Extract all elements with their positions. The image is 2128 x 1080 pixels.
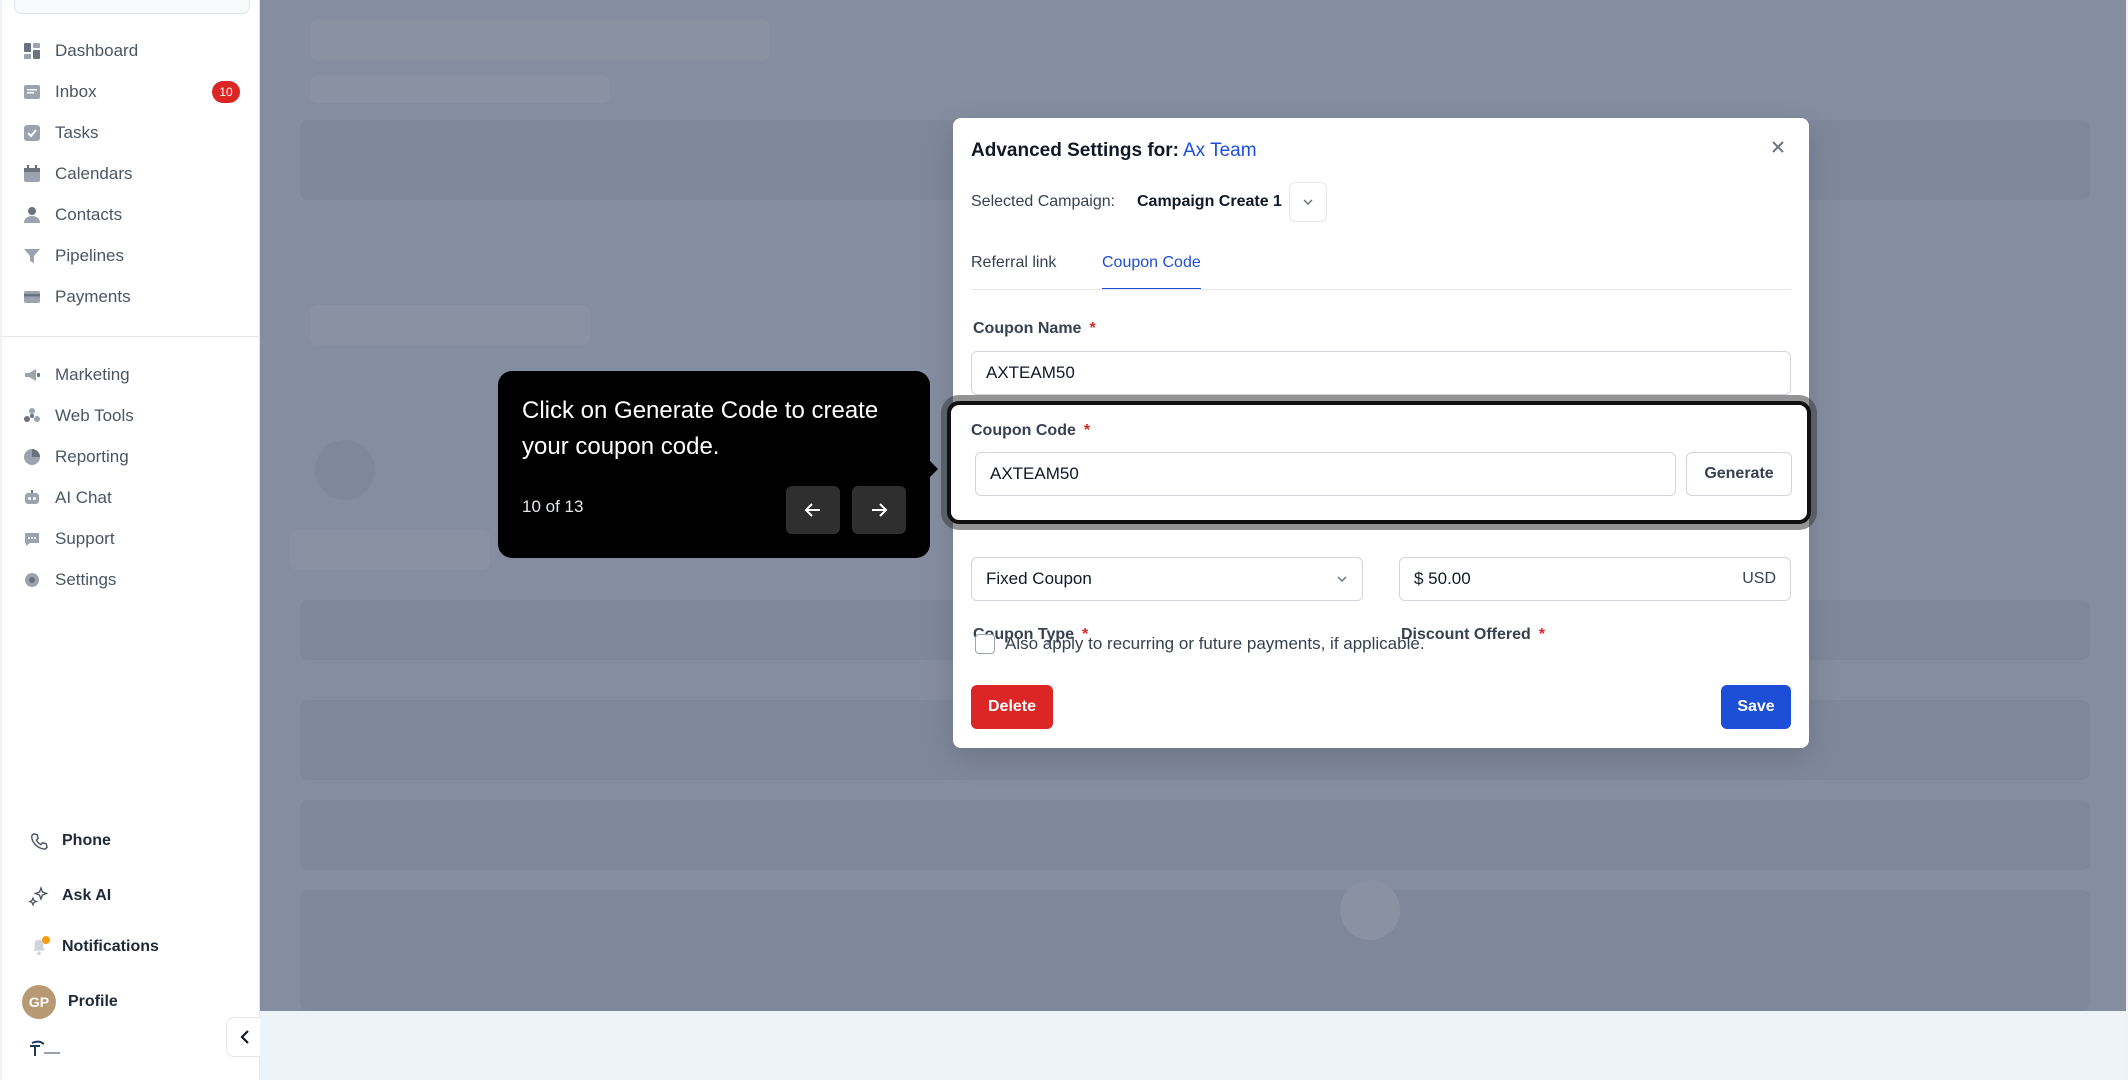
- settings-icon: [22, 570, 42, 590]
- brand-logo: [30, 1040, 60, 1056]
- discount-offered-input[interactable]: $ 50.00 USD: [1399, 557, 1791, 601]
- currency-label: USD: [1742, 570, 1776, 587]
- coupon-code-input[interactable]: AXTEAM50: [975, 452, 1676, 496]
- notifications-button[interactable]: Notifications: [28, 933, 159, 961]
- tooltip-prev-button[interactable]: [786, 486, 840, 534]
- sidebar-item-ai-chat[interactable]: AI Chat: [22, 484, 250, 512]
- inbox-icon: [22, 82, 42, 102]
- marketing-icon: [22, 365, 42, 385]
- tooltip-next-button[interactable]: [852, 486, 906, 534]
- sidebar-item-label: Web Tools: [55, 406, 134, 425]
- contacts-icon: [22, 205, 42, 225]
- delete-button[interactable]: Delete: [971, 685, 1053, 729]
- tooltip-text: Click on Generate Code to create your co…: [522, 397, 879, 460]
- sidebar-item-label: Reporting: [55, 447, 129, 466]
- notifications-label: Notifications: [62, 938, 159, 955]
- sidebar-item-label: Pipelines: [55, 246, 124, 265]
- sidebar-item-pipelines[interactable]: Pipelines: [22, 242, 250, 270]
- walkthrough-tooltip: Click on Generate Code to create your co…: [498, 371, 938, 558]
- save-button[interactable]: Save: [1721, 685, 1791, 729]
- tab-referral-link[interactable]: Referral link: [971, 254, 1056, 290]
- campaign-dropdown-button[interactable]: [1289, 182, 1327, 222]
- coupon-type-select[interactable]: Fixed Coupon: [971, 557, 1363, 601]
- discount-value: $ 50.00: [1414, 569, 1471, 588]
- sidebar-item-label: Dashboard: [55, 41, 139, 60]
- close-icon: [1772, 141, 1784, 153]
- sidebar-item-label: Calendars: [55, 164, 133, 183]
- modal-title-affiliate: Ax Team: [1183, 140, 1257, 161]
- payments-icon: [22, 287, 42, 307]
- sidebar-item-support[interactable]: Support: [22, 525, 250, 553]
- web-tools-icon: [22, 406, 42, 426]
- ask-ai-label: Ask AI: [62, 887, 112, 904]
- sidebar-item-label: Settings: [55, 570, 117, 589]
- avatar: GP: [22, 985, 56, 1019]
- inbox-count-badge: 10: [212, 81, 240, 103]
- coupon-code-label: Coupon Code *: [971, 422, 1091, 439]
- sidebar-item-label: Tasks: [55, 123, 99, 142]
- sparkle-icon: [28, 885, 50, 907]
- chevron-left-icon: [240, 1030, 249, 1044]
- sidebar: Dashboard Inbox 10 Tasks Calendars Conta…: [2, 0, 260, 1080]
- phone-icon: [28, 830, 50, 852]
- phone-button[interactable]: Phone: [28, 827, 111, 855]
- selected-campaign-value[interactable]: Campaign Create 1: [1137, 193, 1282, 211]
- chevron-down-icon: [1337, 576, 1347, 583]
- sidebar-item-label: Support: [55, 529, 115, 548]
- sidebar-item-label: Payments: [55, 287, 131, 306]
- tabs-divider: [971, 289, 1791, 290]
- tooltip-arrow: [928, 459, 938, 479]
- sidebar-item-marketing[interactable]: Marketing: [22, 361, 250, 389]
- location-switcher[interactable]: [14, 0, 250, 14]
- sidebar-item-settings[interactable]: Settings: [22, 566, 250, 594]
- spotlight-coupon-code: Coupon Code * AXTEAM50 Generate: [947, 401, 1811, 524]
- sidebar-item-web-tools[interactable]: Web Tools: [22, 402, 250, 430]
- recurring-checkbox[interactable]: [975, 634, 995, 654]
- ai-chat-icon: [22, 488, 42, 508]
- profile-button[interactable]: GP Profile: [22, 985, 118, 1019]
- sidebar-item-label: Contacts: [55, 205, 123, 224]
- coupon-name-label: Coupon Name *: [973, 320, 1096, 337]
- notification-dot: [42, 936, 50, 944]
- sidebar-item-contacts[interactable]: Contacts: [22, 201, 250, 229]
- sidebar-divider: [2, 336, 260, 337]
- ask-ai-button[interactable]: Ask AI: [28, 882, 111, 910]
- sidebar-item-label: Inbox: [55, 82, 97, 101]
- tab-coupon-code[interactable]: Coupon Code: [1102, 254, 1201, 290]
- selected-campaign-label: Selected Campaign:: [971, 193, 1116, 210]
- phone-label: Phone: [62, 832, 111, 849]
- support-icon: [22, 529, 42, 549]
- arrow-right-icon: [872, 503, 888, 517]
- bottom-bar: [260, 1011, 2126, 1080]
- tooltip-step-counter: 10 of 13: [522, 497, 584, 516]
- bell-icon: [28, 936, 50, 958]
- recurring-label: Also apply to recurring or future paymen…: [1005, 634, 1425, 653]
- modal-title: Advanced Settings for:: [971, 140, 1179, 161]
- dashboard-icon: [22, 41, 42, 61]
- reporting-icon: [22, 447, 42, 467]
- sidebar-item-label: AI Chat: [55, 488, 112, 507]
- sidebar-item-payments[interactable]: Payments: [22, 283, 250, 311]
- sidebar-item-tasks[interactable]: Tasks: [22, 119, 250, 147]
- chevron-down-icon: [1303, 199, 1313, 206]
- tasks-icon: [22, 123, 42, 143]
- coupon-name-input[interactable]: AXTEAM50: [971, 351, 1791, 395]
- sidebar-item-reporting[interactable]: Reporting: [22, 443, 250, 471]
- sidebar-item-calendars[interactable]: Calendars: [22, 160, 250, 188]
- arrow-left-icon: [804, 503, 820, 517]
- sidebar-item-label: Marketing: [55, 365, 130, 384]
- sidebar-item-dashboard[interactable]: Dashboard: [22, 37, 250, 65]
- profile-label: Profile: [68, 993, 118, 1010]
- sidebar-item-inbox[interactable]: Inbox 10: [22, 78, 250, 106]
- coupon-type-value: Fixed Coupon: [986, 569, 1092, 588]
- generate-button[interactable]: Generate: [1686, 452, 1792, 496]
- calendar-icon: [22, 164, 42, 184]
- pipelines-icon: [22, 246, 42, 266]
- close-button[interactable]: [1767, 136, 1789, 158]
